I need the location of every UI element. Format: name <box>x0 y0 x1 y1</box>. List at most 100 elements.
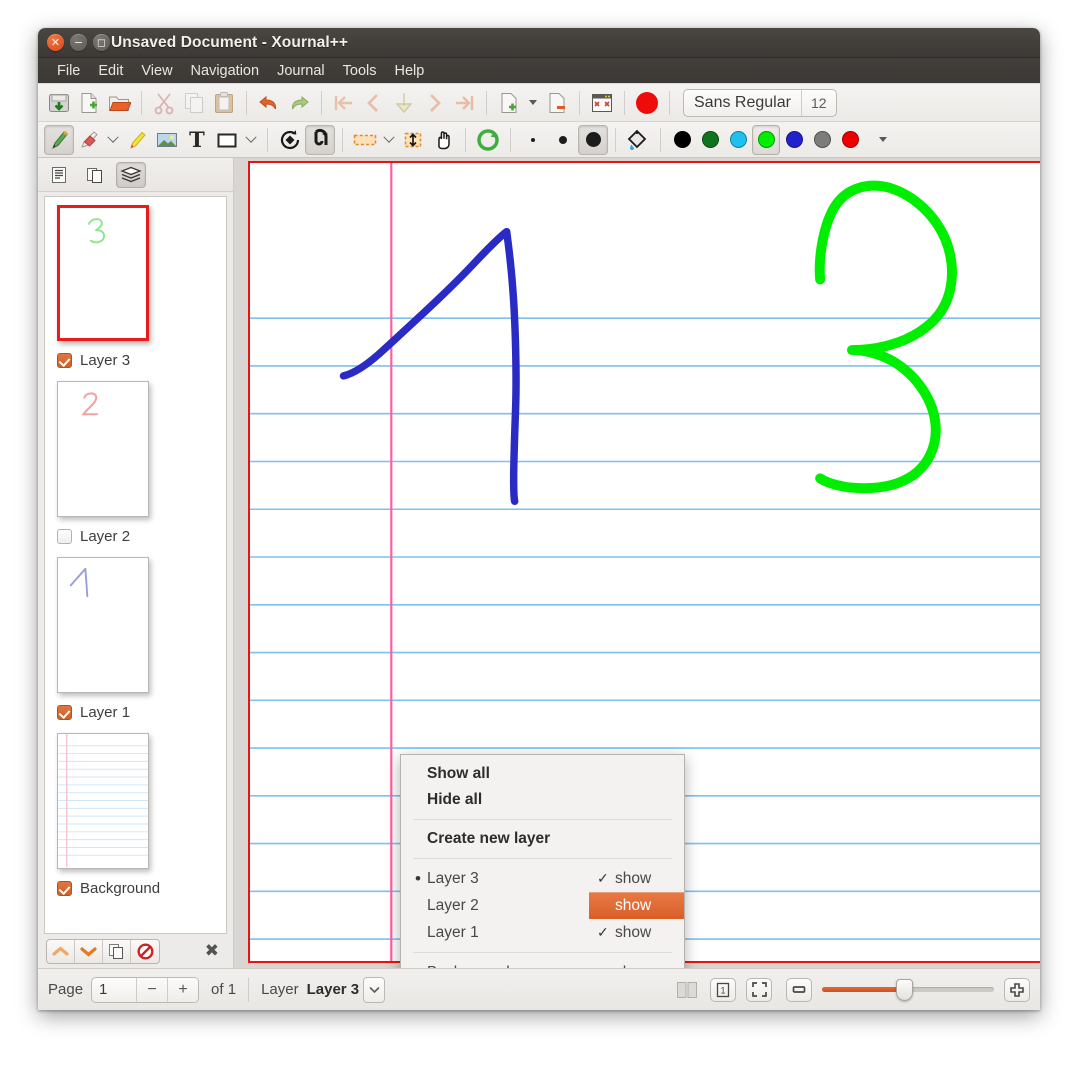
layer-visibility-checkbox[interactable] <box>57 881 72 896</box>
layer-visibility-checkbox[interactable] <box>57 353 72 368</box>
vertical-space-icon[interactable] <box>398 125 428 155</box>
layer-entry-background[interactable]: Background <box>45 733 226 897</box>
menu-layer-show-toggle[interactable]: ✓ show <box>589 919 684 946</box>
chevron-up-icon[interactable] <box>47 940 75 963</box>
layers-tab[interactable] <box>116 162 146 188</box>
layer-combo[interactable]: Layer 3 <box>307 977 386 1003</box>
color-swatch-green[interactable] <box>752 125 780 155</box>
maximize-button[interactable]: ◻ <box>93 34 110 51</box>
close-button[interactable]: ✕ <box>47 34 64 51</box>
color-swatch-black[interactable] <box>668 125 696 155</box>
page-increment-button[interactable]: + <box>167 978 198 1002</box>
thickness-fine-icon[interactable] <box>518 125 548 155</box>
record-icon[interactable] <box>632 88 662 118</box>
menu-navigation[interactable]: Navigation <box>182 61 269 81</box>
chevron-down-icon[interactable] <box>363 977 385 1003</box>
eraser-dropdown-icon[interactable] <box>104 125 122 155</box>
layer-entry-2[interactable]: Layer 2 <box>45 381 226 545</box>
page-decrement-button[interactable]: − <box>136 978 167 1002</box>
menu-layer-show-toggle[interactable]: ✓ show <box>589 959 684 968</box>
menu-layer-row-2[interactable]: Layer 2 ✓ show <box>401 892 684 919</box>
pen-icon[interactable] <box>44 125 74 155</box>
menu-tools[interactable]: Tools <box>334 61 386 81</box>
page-layout-icon[interactable] <box>587 88 617 118</box>
layer-row[interactable]: Layer 1 <box>57 704 226 721</box>
menu-item-show-all[interactable]: Show all <box>401 761 684 787</box>
zoom-in-icon[interactable] <box>1004 978 1030 1002</box>
menu-view[interactable]: View <box>132 61 181 81</box>
layer-entry-1[interactable]: Layer 1 <box>45 557 226 721</box>
slider-knob[interactable] <box>896 979 913 1001</box>
close-sidebar-button[interactable]: ✖ <box>205 941 225 961</box>
menu-item-create-new-layer[interactable]: Create new layer <box>401 826 684 852</box>
outline-tab[interactable] <box>44 162 74 188</box>
font-size[interactable]: 12 <box>801 90 836 116</box>
font-selector[interactable]: Sans Regular 12 <box>683 89 837 117</box>
select-dropdown-icon[interactable] <box>380 125 398 155</box>
insert-page-dropdown-icon[interactable] <box>524 88 542 118</box>
two-page-icon[interactable] <box>674 978 700 1002</box>
zoom-out-icon[interactable] <box>786 978 812 1002</box>
menu-help[interactable]: Help <box>385 61 433 81</box>
layer-row[interactable]: Layer 2 <box>57 528 226 545</box>
redo-icon[interactable] <box>284 88 314 118</box>
layer-list[interactable]: Layer 3 Layer 2 <box>44 196 227 934</box>
highlighter-icon[interactable] <box>122 125 152 155</box>
save-icon[interactable] <box>44 88 74 118</box>
layer-thumbnail[interactable] <box>57 205 149 341</box>
select-rectangle-icon[interactable] <box>350 125 380 155</box>
layer-context-menu[interactable]: Show all Hide all Create new layer • Lay… <box>400 754 685 968</box>
layer-thumbnail[interactable] <box>57 381 149 517</box>
hand-tool-icon[interactable] <box>428 125 458 155</box>
copy-icon[interactable] <box>103 940 131 963</box>
menu-layer-show-toggle[interactable]: ✓ show <box>589 865 684 892</box>
color-swatch-gray[interactable] <box>808 125 836 155</box>
color-swatch-red[interactable] <box>836 125 864 155</box>
thickness-thick-icon[interactable] <box>578 125 608 155</box>
zoom-slider[interactable] <box>822 981 994 999</box>
menu-layer-show-toggle[interactable]: ✓ show <box>589 892 684 919</box>
open-folder-icon[interactable] <box>104 88 134 118</box>
page-stepper[interactable]: − + <box>91 977 199 1003</box>
grid-snap-magnet-icon[interactable] <box>305 125 335 155</box>
menu-item-hide-all[interactable]: Hide all <box>401 787 684 813</box>
shape-rectangle-icon[interactable] <box>212 125 242 155</box>
fill-icon[interactable] <box>623 125 653 155</box>
chevron-down-icon[interactable] <box>75 940 103 963</box>
page-input[interactable] <box>92 980 136 999</box>
text-icon[interactable]: T <box>182 125 212 155</box>
insert-page-icon[interactable] <box>494 88 524 118</box>
layer-entry-3[interactable]: Layer 3 <box>45 205 226 369</box>
undo-icon[interactable] <box>254 88 284 118</box>
layer-thumbnail[interactable] <box>57 557 149 693</box>
no-entry-icon[interactable] <box>131 940 159 963</box>
menu-layer-row-1[interactable]: Layer 1 ✓ show <box>401 919 684 946</box>
layer-row[interactable]: Background <box>57 880 226 897</box>
color-overflow-dropdown-icon[interactable] <box>874 125 892 155</box>
layer-thumbnail[interactable] <box>57 733 149 869</box>
eraser-icon[interactable] <box>74 125 104 155</box>
fit-screen-icon[interactable] <box>746 978 772 1002</box>
thickness-medium-icon[interactable] <box>548 125 578 155</box>
menu-layer-row-3[interactable]: • Layer 3 ✓ show <box>401 865 684 892</box>
color-swatch-cyan[interactable] <box>724 125 752 155</box>
shape-dropdown-icon[interactable] <box>242 125 260 155</box>
new-page-icon[interactable] <box>74 88 104 118</box>
one-page-icon[interactable]: 1 <box>710 978 736 1002</box>
menu-edit[interactable]: Edit <box>89 61 132 81</box>
layer-row[interactable]: Layer 3 <box>57 352 226 369</box>
layer-visibility-checkbox[interactable] <box>57 705 72 720</box>
menu-file[interactable]: File <box>48 61 89 81</box>
menu-layer-row-background[interactable]: Background ✓ show <box>401 959 684 968</box>
canvas-area[interactable]: Show all Hide all Create new layer • Lay… <box>234 158 1040 968</box>
minimize-button[interactable]: − <box>70 34 87 51</box>
layer-visibility-checkbox[interactable] <box>57 529 72 544</box>
rotation-snap-icon[interactable] <box>275 125 305 155</box>
color-swatch-blue[interactable] <box>780 125 808 155</box>
color-swatch-dark-green[interactable] <box>696 125 724 155</box>
delete-page-icon[interactable] <box>542 88 572 118</box>
image-icon[interactable] <box>152 125 182 155</box>
pages-tab[interactable] <box>80 162 110 188</box>
font-name[interactable]: Sans Regular <box>684 94 801 112</box>
menu-journal[interactable]: Journal <box>268 61 334 81</box>
